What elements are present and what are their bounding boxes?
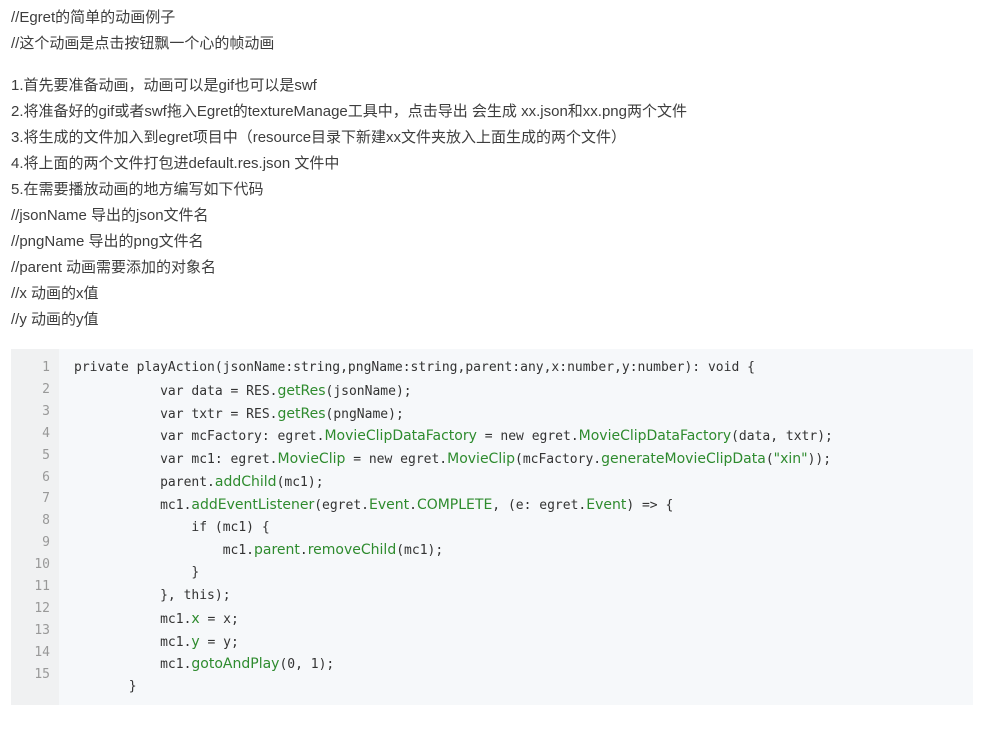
line-number: 9 [42, 535, 50, 551]
code-text: mc1. [74, 657, 192, 673]
code-identifier: MovieClip [447, 451, 515, 468]
code-text: (mc1); [276, 474, 324, 490]
line-number: 11 [34, 579, 50, 594]
code-text: (0, 1); [279, 657, 335, 673]
step-line: 3.将生成的文件加入到egret项目中（resource目录下新建xx文件夹放入… [11, 129, 627, 146]
param-comment-line: //jsonName 导出的json文件名 [11, 207, 209, 224]
code-text: ( [765, 452, 774, 468]
code-line: } [74, 676, 833, 699]
code-text: = x; [199, 611, 239, 627]
line-number: 13 [34, 622, 50, 638]
article-content: //Egret的简单的动画例子 //这个动画是点击按钮飘一个心的帧动画 1.首先… [0, 0, 985, 743]
line-number: 14 [34, 644, 50, 660]
code-text: ) => { [626, 497, 674, 513]
line-number: 12 [34, 600, 50, 616]
code-text: mc1. [74, 611, 192, 627]
code-content[interactable]: private playAction(jsonName:string,pngNa… [74, 357, 833, 699]
step-line: 5.在需要播放动画的地方编写如下代码 [11, 181, 264, 198]
line-number: 8 [42, 513, 50, 529]
code-line: var mcFactory: egret.MovieClipDataFactor… [74, 425, 833, 448]
code-text: (mcFactory. [515, 452, 602, 468]
code-text: var data = RES. [74, 383, 278, 399]
code-identifier: gotoAndPlay [191, 656, 280, 673]
code-text: }, this); [74, 587, 231, 603]
code-text: mc1. [74, 543, 255, 559]
code-line: }, this); [74, 585, 833, 608]
code-text: , (e: egret. [492, 497, 587, 513]
code-line: private playAction(jsonName:string,pngNa… [74, 357, 833, 380]
code-identifier: addEventListener [191, 496, 315, 513]
code-text: private playAction(jsonName:string,pngNa… [74, 360, 755, 375]
line-number: 1 [42, 360, 50, 375]
line-number: 3 [42, 403, 50, 419]
line-number: 2 [42, 381, 50, 397]
code-text: parent. [74, 474, 215, 490]
code-identifier: getRes [277, 405, 326, 422]
param-comment-line: //y 动画的y值 [11, 311, 99, 328]
line-number: 7 [42, 491, 50, 507]
code-text: var mcFactory: egret. [74, 429, 325, 445]
code-text: )); [807, 452, 832, 468]
code-line: mc1.parent.removeChild(mc1); [74, 539, 833, 562]
step-line: 1.首先要准备动画，动画可以是gif也可以是swf [11, 77, 317, 94]
param-comment-line: //x 动画的x值 [11, 285, 99, 302]
code-identifier: MovieClipDataFactory [324, 428, 477, 445]
code-identifier: parent [254, 542, 300, 559]
code-identifier: COMPLETE [416, 496, 493, 513]
code-identifier: getRes [277, 382, 326, 399]
code-text: } [74, 679, 137, 695]
line-number-gutter: 1 2 3 4 5 6 7 8 9 10 11 12 13 14 15 [11, 349, 59, 705]
code-identifier: removeChild [307, 542, 397, 559]
code-line: var mc1: egret.MovieClip = new egret.Mov… [74, 448, 833, 471]
code-text: var mc1: egret. [74, 452, 278, 468]
code-identifier: generateMovieClipData [601, 451, 766, 468]
code-identifier: MovieClipDataFactory [578, 428, 732, 445]
code-line: } [74, 562, 833, 585]
line-number: 5 [42, 447, 50, 463]
code-text: } [74, 565, 200, 581]
code-text: mc1. [74, 634, 192, 650]
code-text: if (mc1) { [74, 519, 270, 535]
code-identifier: Event [369, 496, 410, 513]
code-text: (mc1); [396, 543, 444, 559]
code-line: var data = RES.getRes(jsonName); [74, 380, 833, 403]
steps-list: 1.首先要准备动画，动画可以是gif也可以是swf 2.将准备好的gif或者sw… [11, 73, 687, 333]
line-number: 6 [42, 469, 50, 485]
param-comment-line: //pngName 导出的png文件名 [11, 233, 204, 250]
code-text: . [299, 543, 308, 559]
intro-line: //这个动画是点击按钮飘一个心的帧动画 [11, 35, 275, 52]
code-line: var txtr = RES.getRes(pngName); [74, 403, 833, 426]
code-line: parent.addChild(mc1); [74, 471, 833, 494]
param-comment-line: //parent 动画需要添加的对象名 [11, 259, 217, 276]
code-text: = new egret. [345, 452, 448, 468]
code-line: mc1.gotoAndPlay(0, 1); [74, 653, 833, 676]
step-line: 4.将上面的两个文件打包进default.res.json 文件中 [11, 155, 340, 172]
code-text: mc1. [74, 497, 192, 513]
intro-line: //Egret的简单的动画例子 [11, 9, 176, 26]
code-identifier: MovieClip [277, 451, 346, 468]
code-text: = new egret. [476, 429, 579, 445]
code-identifier: Event [586, 496, 627, 513]
code-text: var txtr = RES. [74, 406, 278, 422]
code-line: mc1.y = y; [74, 631, 833, 654]
code-text: . [409, 497, 417, 513]
intro-comments: //Egret的简单的动画例子 //这个动画是点击按钮飘一个心的帧动画 [11, 5, 274, 57]
line-number: 10 [34, 557, 50, 573]
code-block[interactable]: 1 2 3 4 5 6 7 8 9 10 11 12 13 14 15 private playAction… [11, 349, 973, 705]
code-line: mc1.addEventListener(egret.Event.COMPLET… [74, 494, 833, 517]
code-text: = y; [199, 634, 239, 650]
code-text: (data, txtr); [731, 429, 833, 445]
code-identifier: x [191, 610, 200, 627]
code-line: mc1.x = x; [74, 608, 833, 631]
step-line: 2.将准备好的gif或者swf拖入Egret的textureManage工具中，… [11, 103, 687, 120]
line-number: 4 [42, 425, 50, 441]
code-identifier: addChild [214, 473, 277, 490]
code-line: if (mc1) { [74, 517, 833, 540]
line-number: 15 [34, 666, 50, 682]
code-text: (egret. [314, 497, 369, 513]
code-string: "xin" [773, 451, 808, 468]
code-identifier: y [191, 633, 200, 650]
code-text: (pngName); [325, 406, 404, 422]
code-text: (jsonName); [325, 383, 412, 399]
